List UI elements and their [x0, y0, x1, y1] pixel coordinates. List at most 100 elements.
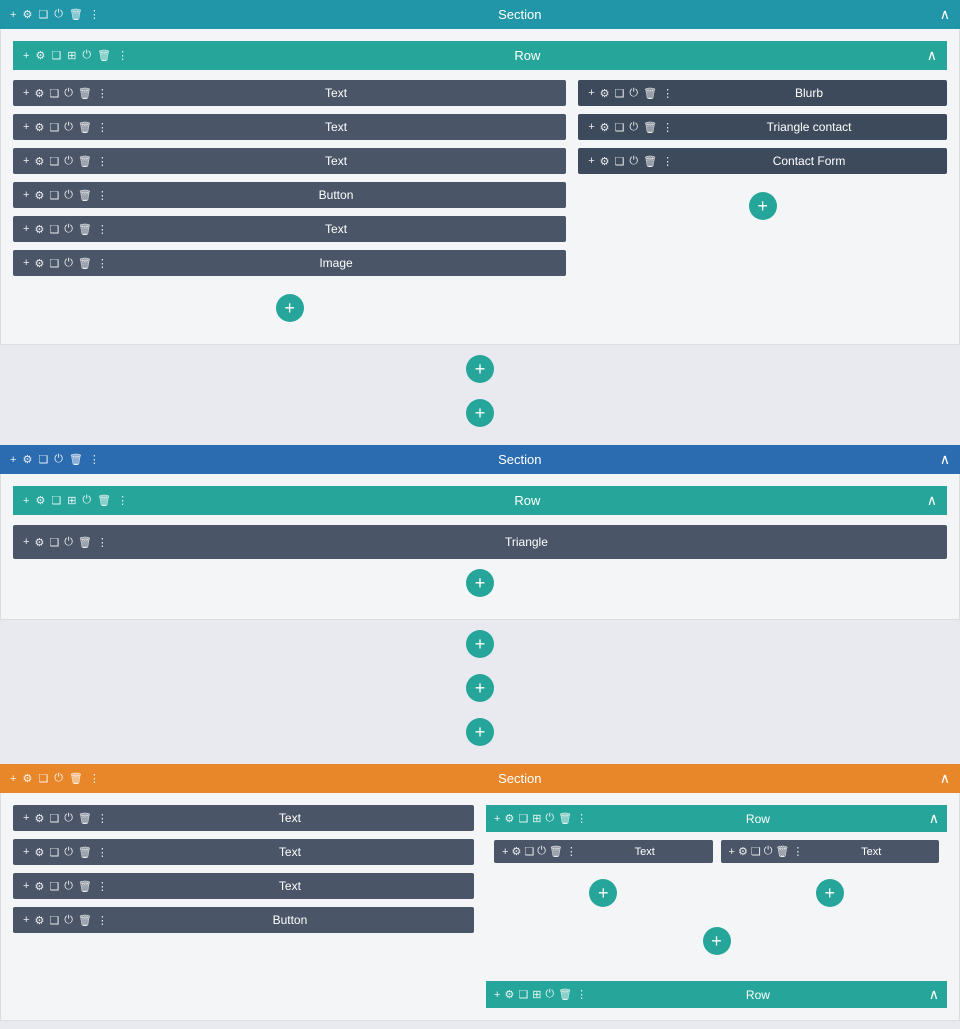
section-3-collapse-icon[interactable]: ∧: [940, 770, 950, 787]
more-icon[interactable]: ⋮: [97, 846, 108, 859]
power-icon[interactable]: ⏻: [82, 494, 91, 507]
add-mini-col-1-btn[interactable]: +: [589, 879, 617, 907]
trash-icon[interactable]: 🗑: [69, 772, 83, 785]
plus-icon[interactable]: +: [23, 880, 29, 892]
more-icon[interactable]: ⋮: [117, 494, 128, 507]
power-icon[interactable]: ⏻: [54, 772, 63, 785]
copy-icon[interactable]: ❏: [49, 880, 59, 893]
add-section-btn-2[interactable]: +: [466, 399, 494, 427]
more-icon[interactable]: ⋮: [662, 155, 673, 168]
gear-icon[interactable]: ⚙: [34, 880, 44, 893]
more-icon[interactable]: ⋮: [97, 914, 108, 927]
power-icon[interactable]: ⏻: [64, 155, 73, 168]
add-between-s2-s3-1[interactable]: +: [466, 630, 494, 658]
add-between-s2-s3-3[interactable]: +: [466, 718, 494, 746]
power-icon[interactable]: ⏻: [629, 121, 638, 134]
power-icon[interactable]: ⏻: [64, 87, 73, 100]
gear-icon[interactable]: ⚙: [22, 453, 32, 466]
plus-icon[interactable]: +: [10, 9, 16, 21]
power-icon[interactable]: ⏻: [82, 49, 91, 62]
plus-icon[interactable]: +: [23, 50, 29, 62]
power-icon[interactable]: ⏻: [54, 453, 63, 466]
gear-icon[interactable]: ⚙: [35, 49, 45, 62]
copy-icon[interactable]: ❏: [751, 845, 761, 858]
add-mini-row-1-btn[interactable]: +: [703, 927, 731, 955]
copy-icon[interactable]: ❏: [518, 812, 528, 825]
trash-icon[interactable]: 🗑: [558, 988, 572, 1001]
gear-icon[interactable]: ⚙: [600, 87, 610, 100]
layout-icon[interactable]: ⊞: [532, 812, 541, 825]
power-icon[interactable]: ⏻: [537, 845, 546, 858]
more-icon[interactable]: ⋮: [97, 155, 108, 168]
power-icon[interactable]: ⏻: [629, 87, 638, 100]
copy-icon[interactable]: ❏: [49, 257, 59, 270]
add-right-widget-button[interactable]: +: [749, 192, 777, 220]
trash-icon[interactable]: 🗑: [97, 49, 111, 62]
power-icon[interactable]: ⏻: [64, 914, 73, 927]
more-icon[interactable]: ⋮: [97, 87, 108, 100]
plus-icon[interactable]: +: [23, 914, 29, 926]
gear-icon[interactable]: ⚙: [34, 536, 44, 549]
gear-icon[interactable]: ⚙: [600, 121, 610, 134]
plus-icon[interactable]: +: [10, 773, 16, 785]
copy-icon[interactable]: ❏: [524, 845, 534, 858]
more-icon[interactable]: ⋮: [566, 845, 577, 858]
gear-icon[interactable]: ⚙: [22, 8, 32, 21]
power-icon[interactable]: ⏻: [629, 155, 638, 168]
plus-icon[interactable]: +: [23, 536, 29, 548]
copy-icon[interactable]: ❏: [49, 189, 59, 202]
plus-icon[interactable]: +: [588, 121, 594, 133]
copy-icon[interactable]: ❏: [49, 536, 59, 549]
more-icon[interactable]: ⋮: [97, 880, 108, 893]
gear-icon[interactable]: ⚙: [34, 846, 44, 859]
layout-icon[interactable]: ⊞: [67, 494, 76, 507]
gear-icon[interactable]: ⚙: [22, 772, 32, 785]
copy-icon[interactable]: ❏: [49, 846, 59, 859]
power-icon[interactable]: ⏻: [64, 189, 73, 202]
power-icon[interactable]: ⏻: [64, 846, 73, 859]
gear-icon[interactable]: ⚙: [738, 845, 748, 858]
plus-icon[interactable]: +: [23, 846, 29, 858]
plus-icon[interactable]: +: [23, 495, 29, 507]
copy-icon[interactable]: ❏: [49, 87, 59, 100]
trash-icon[interactable]: 🗑: [69, 8, 83, 21]
mini-row-1-collapse[interactable]: ∧: [929, 810, 939, 827]
copy-icon[interactable]: ❏: [49, 812, 59, 825]
copy-icon[interactable]: ❏: [49, 914, 59, 927]
more-icon[interactable]: ⋮: [662, 121, 673, 134]
gear-icon[interactable]: ⚙: [34, 914, 44, 927]
gear-icon[interactable]: ⚙: [511, 845, 521, 858]
more-icon[interactable]: ⋮: [89, 8, 100, 21]
more-icon[interactable]: ⋮: [89, 453, 100, 466]
gear-icon[interactable]: ⚙: [504, 988, 514, 1001]
more-icon[interactable]: ⋮: [97, 812, 108, 825]
copy-icon[interactable]: ❏: [615, 87, 625, 100]
plus-icon[interactable]: +: [588, 87, 594, 99]
plus-icon[interactable]: +: [729, 846, 735, 858]
copy-icon[interactable]: ❏: [615, 121, 625, 134]
copy-icon[interactable]: ❏: [49, 155, 59, 168]
plus-icon[interactable]: +: [23, 87, 29, 99]
trash-icon[interactable]: 🗑: [78, 846, 92, 859]
copy-icon[interactable]: ❏: [49, 223, 59, 236]
plus-icon[interactable]: +: [23, 812, 29, 824]
plus-icon[interactable]: +: [10, 454, 16, 466]
trash-icon[interactable]: 🗑: [78, 87, 92, 100]
trash-icon[interactable]: 🗑: [78, 223, 92, 236]
copy-icon[interactable]: ❏: [518, 988, 528, 1001]
gear-icon[interactable]: ⚙: [34, 87, 44, 100]
trash-icon[interactable]: 🗑: [69, 453, 83, 466]
gear-icon[interactable]: ⚙: [34, 812, 44, 825]
more-icon[interactable]: ⋮: [662, 87, 673, 100]
trash-icon[interactable]: 🗑: [78, 121, 92, 134]
plus-icon[interactable]: +: [23, 257, 29, 269]
power-icon[interactable]: ⏻: [545, 812, 554, 825]
copy-icon[interactable]: ❏: [51, 494, 61, 507]
more-icon[interactable]: ⋮: [89, 772, 100, 785]
more-icon[interactable]: ⋮: [576, 988, 587, 1001]
copy-icon[interactable]: ❏: [38, 772, 48, 785]
trash-icon[interactable]: 🗑: [97, 494, 111, 507]
copy-icon[interactable]: ❏: [615, 155, 625, 168]
power-icon[interactable]: ⏻: [545, 988, 554, 1001]
gear-icon[interactable]: ⚙: [34, 189, 44, 202]
